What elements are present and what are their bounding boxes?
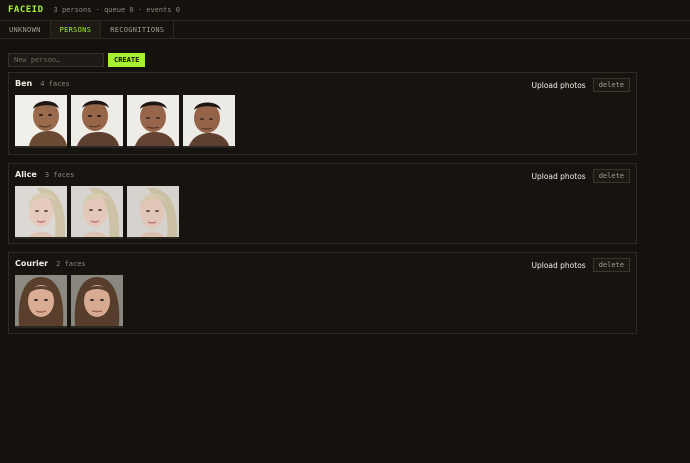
create-button[interactable]: CREATE	[108, 53, 146, 67]
person-name: Alice	[15, 170, 37, 179]
person-header: Alice 3 faces	[15, 170, 74, 179]
person-header: Ben 4 faces	[15, 79, 70, 88]
tab-recognitions[interactable]: RECOGNITIONS	[101, 21, 175, 38]
face-thumbnail[interactable]	[71, 275, 123, 328]
person-actions: Upload photos delete	[532, 258, 630, 272]
face-thumbnail[interactable]	[15, 95, 67, 148]
face-count: 4 faces	[40, 80, 70, 88]
face-thumbnail[interactable]	[15, 186, 67, 239]
status-summary: 3 persons · queue 0 · events 0	[53, 6, 180, 14]
upload-photos-button[interactable]: Upload photos	[532, 81, 586, 90]
face-thumbnail[interactable]	[71, 186, 123, 239]
face-thumbnails	[15, 275, 127, 328]
face-thumbnail[interactable]	[127, 186, 179, 239]
create-person-row: CREATE	[8, 53, 146, 67]
person-header: Courier 2 faces	[15, 259, 86, 268]
delete-button[interactable]: delete	[592, 78, 630, 92]
face-thumbnail[interactable]	[15, 275, 67, 328]
person-actions: Upload photos delete	[532, 169, 630, 183]
upload-photos-button[interactable]: Upload photos	[532, 172, 586, 181]
face-thumbnail[interactable]	[71, 95, 123, 148]
delete-button[interactable]: delete	[592, 258, 630, 272]
tab-unknown[interactable]: UNKNOWN	[0, 21, 51, 38]
face-thumbnail[interactable]	[183, 95, 235, 148]
face-count: 3 faces	[44, 171, 75, 179]
tab-bar: UNKNOWN PERSONS RECOGNITIONS	[0, 21, 690, 39]
face-thumbnail[interactable]	[127, 95, 179, 148]
person-card-ben: Ben 4 faces Upload photos delete	[8, 72, 637, 155]
face-thumbnails	[15, 95, 239, 148]
face-count: 2 faces	[56, 260, 86, 268]
person-card-courier: Courier 2 faces Upload photos delete	[8, 252, 637, 334]
person-name: Courier	[15, 259, 49, 268]
top-bar: FACEID 3 persons · queue 0 · events 0	[0, 0, 690, 21]
delete-button[interactable]: delete	[592, 169, 630, 183]
new-person-input[interactable]	[8, 53, 104, 67]
person-name: Ben	[15, 79, 33, 88]
person-card-alice: Alice 3 faces Upload photos delete	[8, 163, 637, 244]
tab-persons[interactable]: PERSONS	[50, 21, 102, 38]
person-actions: Upload photos delete	[532, 78, 630, 92]
face-thumbnails	[15, 186, 183, 239]
upload-photos-button[interactable]: Upload photos	[532, 261, 586, 270]
app-brand: FACEID	[8, 5, 44, 15]
